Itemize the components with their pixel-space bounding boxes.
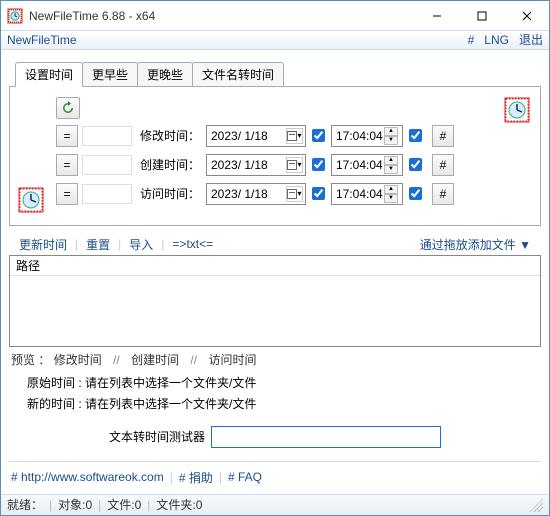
- label-accessed: 访问时间：: [138, 185, 200, 202]
- status-ready: 就绪：: [7, 496, 43, 513]
- checkbox-date-created[interactable]: [312, 158, 325, 171]
- label-created: 创建时间：: [138, 156, 200, 173]
- row-created: = 创建时间： 2023/ 1/18 ▾ 17:04:04 ▲▼ #: [20, 153, 530, 177]
- close-icon: [522, 11, 532, 21]
- menu-bar: NewFileTime # LNG 退出: [1, 30, 549, 49]
- tab-set-time[interactable]: 设置时间: [15, 62, 83, 87]
- app-window: NewFileTime 6.88 - x64 NewFileTime # LNG…: [0, 0, 550, 516]
- time-value: 17:04:04: [336, 129, 383, 143]
- minimize-button[interactable]: [414, 1, 459, 30]
- eq-button-modified[interactable]: =: [56, 125, 78, 147]
- menu-hash[interactable]: #: [468, 33, 475, 47]
- date-picker-modified[interactable]: 2023/ 1/18 ▾: [206, 125, 306, 147]
- date-value: 2023/ 1/18: [211, 158, 268, 172]
- status-dirs: 文件夹:0: [156, 496, 202, 513]
- tab-earlier[interactable]: 更早些: [82, 62, 138, 86]
- refresh-button[interactable]: [56, 97, 80, 119]
- eq-button-created[interactable]: =: [56, 154, 78, 176]
- menu-exit[interactable]: 退出: [519, 31, 543, 48]
- date-picker-accessed[interactable]: 2023/ 1/18 ▾: [206, 183, 306, 205]
- new-time-line: 新的时间 : 请在列表中选择一个文件夹/文件: [27, 395, 539, 412]
- tabs: 设置时间 更早些 更晚些 文件名转时间: [15, 62, 541, 86]
- title-bar[interactable]: NewFileTime 6.88 - x64: [1, 1, 549, 30]
- tester-line: 文本转时间测试器: [9, 426, 541, 448]
- footer-links: # http://www.softwareok.com | # 捐助 | # F…: [9, 465, 541, 490]
- status-bar: 就绪： | 对象:0 | 文件:0 | 文件夹:0: [1, 494, 549, 515]
- time-picker-modified[interactable]: 17:04:04 ▲▼: [331, 125, 403, 147]
- time-spinner[interactable]: ▲▼: [384, 185, 398, 203]
- eq-button-accessed[interactable]: =: [56, 183, 78, 205]
- client-area: 设置时间 更早些 更晚些 文件名转时间: [1, 50, 549, 494]
- time-picker-created[interactable]: 17:04:04 ▲▼: [331, 154, 403, 176]
- status-files: 文件:0: [107, 496, 141, 513]
- status-objects: 对象:0: [58, 496, 92, 513]
- preview-label: 预览 ：: [11, 353, 50, 367]
- label-modified: 修改时间：: [138, 127, 200, 144]
- time-value: 17:04:04: [336, 187, 383, 201]
- import-button[interactable]: 导入: [121, 236, 161, 253]
- clock-icon-left[interactable]: [18, 187, 44, 213]
- checkbox-date-modified[interactable]: [312, 129, 325, 142]
- time-value: 17:04:04: [336, 158, 383, 172]
- clock-icon-right[interactable]: [504, 97, 530, 123]
- tab-page-set-time: = 修改时间： 2023/ 1/18 ▾ 17:04:04 ▲▼ # =: [9, 86, 541, 226]
- time-picker-accessed[interactable]: 17:04:04 ▲▼: [331, 183, 403, 205]
- tester-input[interactable]: [211, 426, 441, 448]
- export-txt-button[interactable]: =>txt<=: [164, 237, 221, 251]
- resize-grip[interactable]: [529, 498, 543, 512]
- checkbox-date-accessed[interactable]: [312, 187, 325, 200]
- file-list[interactable]: 路径: [9, 255, 541, 347]
- hash-button-modified[interactable]: #: [432, 125, 454, 147]
- action-toolbar: 更新时间 | 重置 | 导入 | =>txt<= 通过拖放添加文件 ▼: [9, 234, 541, 255]
- offset-slot-modified[interactable]: [82, 126, 132, 146]
- reset-button[interactable]: 重置: [78, 236, 118, 253]
- column-path[interactable]: 路径: [16, 257, 40, 274]
- footer-url[interactable]: # http://www.softwareok.com: [11, 470, 164, 484]
- tab-filename-to-time[interactable]: 文件名转时间: [192, 62, 284, 86]
- add-by-drag-button[interactable]: 通过拖放添加文件 ▼: [412, 236, 539, 253]
- date-value: 2023/ 1/18: [211, 187, 268, 201]
- original-time-line: 原始时间 : 请在列表中选择一个文件夹/文件: [27, 374, 539, 391]
- row-modified: = 修改时间： 2023/ 1/18 ▾ 17:04:04 ▲▼ #: [20, 124, 530, 148]
- refresh-icon: [61, 101, 75, 115]
- calendar-icon[interactable]: ▾: [286, 157, 303, 173]
- time-spinner[interactable]: ▲▼: [384, 156, 398, 174]
- checkbox-time-accessed[interactable]: [409, 187, 422, 200]
- footer-donate[interactable]: # 捐助: [179, 469, 213, 486]
- minimize-icon: [432, 11, 442, 21]
- close-button[interactable]: [504, 1, 549, 30]
- update-time-button[interactable]: 更新时间: [11, 236, 75, 253]
- app-name-label[interactable]: NewFileTime: [7, 33, 458, 47]
- menu-language[interactable]: LNG: [484, 33, 509, 47]
- checkbox-time-modified[interactable]: [409, 129, 422, 142]
- footer-faq[interactable]: # FAQ: [228, 470, 262, 484]
- calendar-icon[interactable]: ▾: [286, 186, 303, 202]
- tester-label: 文本转时间测试器: [109, 428, 205, 445]
- divider: [9, 461, 541, 462]
- hash-button-created[interactable]: #: [432, 154, 454, 176]
- app-icon: [7, 8, 23, 24]
- time-spinner[interactable]: ▲▼: [384, 127, 398, 145]
- row-accessed: = 访问时间： 2023/ 1/18 ▾ 17:04:04 ▲▼ #: [20, 182, 530, 206]
- tab-later[interactable]: 更晚些: [137, 62, 193, 86]
- window-title: NewFileTime 6.88 - x64: [29, 9, 155, 23]
- calendar-icon[interactable]: ▾: [286, 128, 303, 144]
- date-picker-created[interactable]: 2023/ 1/18 ▾: [206, 154, 306, 176]
- preview-line: 预览 ： 修改时间 // 创建时间 // 访问时间: [11, 351, 539, 368]
- date-value: 2023/ 1/18: [211, 129, 268, 143]
- offset-slot-created[interactable]: [82, 155, 132, 175]
- maximize-icon: [477, 11, 487, 21]
- maximize-button[interactable]: [459, 1, 504, 30]
- offset-slot-accessed[interactable]: [82, 184, 132, 204]
- hash-button-accessed[interactable]: #: [432, 183, 454, 205]
- checkbox-time-created[interactable]: [409, 158, 422, 171]
- list-header[interactable]: 路径: [10, 256, 540, 276]
